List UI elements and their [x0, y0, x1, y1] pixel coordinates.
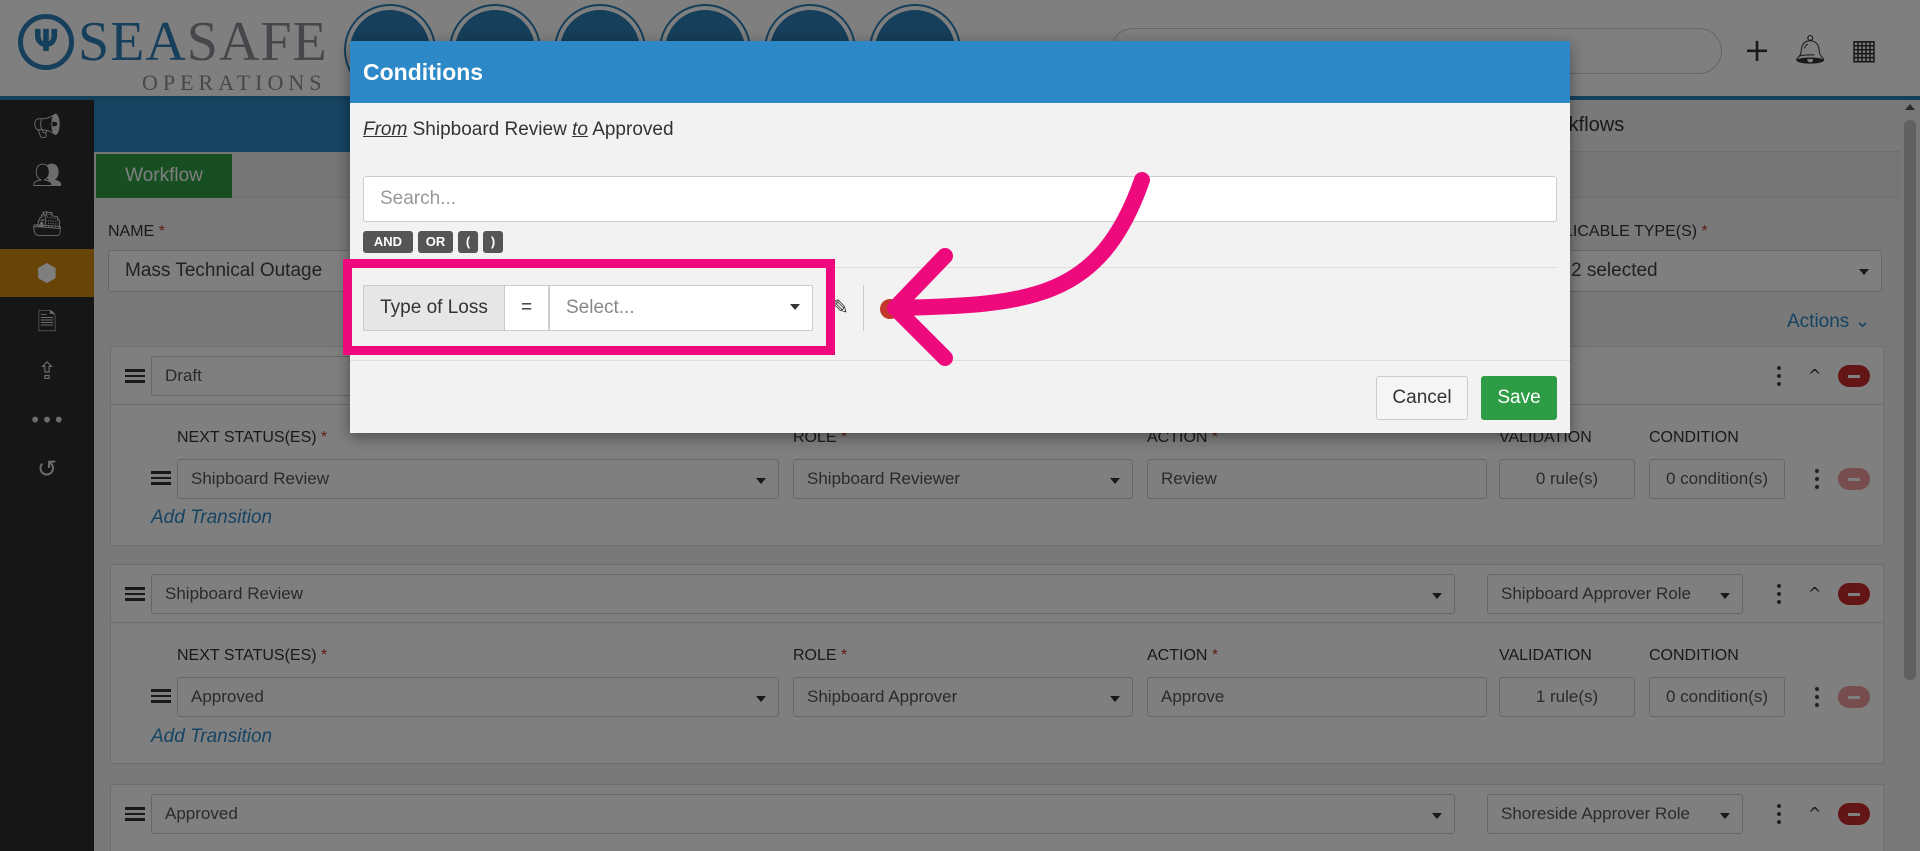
annotation-arrow-icon: [887, 172, 1150, 366]
